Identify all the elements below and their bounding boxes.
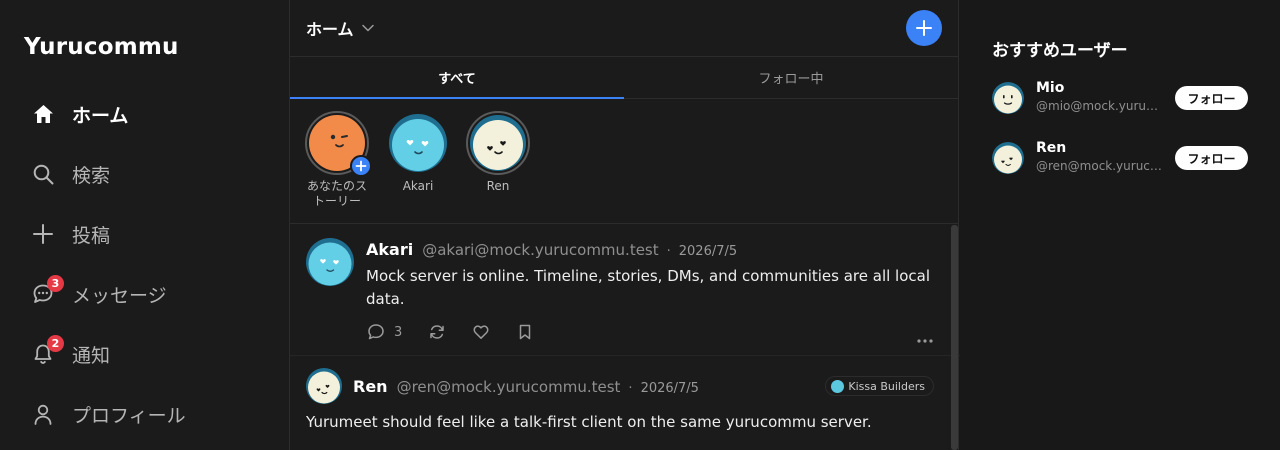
nav-item-search[interactable]: 検索 [0, 144, 289, 204]
stories-bar: あなたのス トーリー Akari Ren [290, 99, 958, 224]
repost-icon [430, 325, 445, 339]
tab-following[interactable]: フォロー中 [624, 57, 958, 98]
post-header: Ren @ren@mock.yurucommu.test · 2026/7/5 [353, 377, 699, 396]
cream-heart-avatar [470, 115, 526, 171]
left-sidebar: Yurucommu ホーム 検索 投稿 3 メッセージ 2 通知 プロフィール [0, 0, 289, 450]
recommended-user[interactable]: Ren @ren@mock.yurucommu.test フォロー [992, 138, 1248, 178]
recommended-user-name: Mio [1036, 80, 1065, 96]
main-nav: ホーム 検索 投稿 3 メッセージ 2 通知 プロフィール [0, 84, 289, 444]
community-icon [831, 379, 845, 393]
recommended-user-name: Ren [1036, 140, 1067, 156]
timeline-tabs: すべて フォロー中 [290, 57, 958, 99]
reply-count: 3 [394, 324, 403, 340]
community-name: Kissa Builders [848, 379, 925, 393]
story-name: Ren [486, 179, 510, 193]
story-name: Akari [402, 179, 434, 193]
nav-label-home: ホーム [72, 104, 129, 127]
compose-button[interactable] [906, 10, 942, 46]
story-ren[interactable]: Ren [458, 111, 538, 194]
follow-button[interactable]: フォロー [1175, 86, 1248, 110]
reply-icon [368, 324, 384, 340]
post-more-button[interactable] [916, 329, 934, 348]
heart-icon [473, 325, 489, 339]
post-item[interactable]: Akari @akari@mock.yurucommu.test · 2026/… [290, 226, 960, 354]
notifications-badge: 2 [47, 335, 64, 352]
post-date[interactable]: 2026/7/5 [679, 244, 737, 259]
bell-icon: 2 [32, 335, 64, 365]
nav-label-search: 検索 [72, 164, 111, 187]
avatar [466, 111, 530, 175]
story-own[interactable]: あなたのス トーリー [297, 111, 377, 209]
messages-badge: 3 [47, 275, 64, 292]
app-logo[interactable]: Yurucommu [24, 34, 179, 60]
separator-dot: · [628, 381, 633, 396]
post-text: Mock server is online. Timeline, stories… [366, 265, 946, 311]
post-date[interactable]: 2026/7/5 [641, 381, 699, 396]
community-badge[interactable]: Kissa Builders [825, 376, 934, 396]
follow-button[interactable]: フォロー [1175, 146, 1248, 170]
tab-all[interactable]: すべて [290, 57, 624, 99]
post-actions: 3 [367, 323, 560, 341]
recommended-user-handle: @ren@mock.yurucommu.test [1036, 159, 1164, 173]
cream-heart-avatar [306, 368, 342, 404]
post-item[interactable]: Ren @ren@mock.yurucommu.test · 2026/7/5 … [290, 355, 960, 450]
bookmark-button[interactable] [516, 323, 534, 341]
post-author-name[interactable]: Akari [366, 240, 413, 259]
avatar[interactable] [306, 368, 342, 408]
recommended-user[interactable]: Mio @mio@mock.yurucommu.test フォロー [992, 78, 1248, 118]
add-story-button[interactable] [350, 155, 372, 177]
nav-label-profile: プロフィール [72, 404, 186, 427]
story-name: あなたのス トーリー [297, 179, 377, 209]
home-icon [32, 103, 54, 125]
story-name-line: あなたのス [306, 179, 367, 193]
main-header: ホーム [290, 0, 958, 57]
feed-selector-label[interactable]: ホーム [306, 16, 354, 40]
nav-label-messages: メッセージ [72, 284, 167, 307]
nav-label-notifications: 通知 [72, 344, 111, 367]
story-akari[interactable]: Akari [378, 111, 458, 194]
blue-heart-eyes-avatar [389, 114, 447, 172]
plus-icon [32, 223, 54, 245]
post-author-handle[interactable]: @akari@mock.yurucommu.test [422, 241, 658, 259]
cream-heart-avatar [992, 142, 1024, 174]
reply-button[interactable]: 3 [367, 323, 402, 341]
like-button[interactable] [472, 323, 490, 341]
nav-item-home[interactable]: ホーム [0, 84, 289, 144]
post-text: Yurumeet should feel like a talk-first c… [306, 413, 872, 431]
blue-heart-eyes-avatar [306, 238, 354, 286]
post-header: Akari @akari@mock.yurucommu.test · 2026/… [366, 240, 737, 259]
separator-dot: · [666, 244, 671, 259]
plus-icon [916, 20, 932, 36]
recommended-user-handle: @mio@mock.yurucommu.test [1036, 99, 1164, 113]
avatar[interactable] [992, 142, 1024, 174]
story-name-line: トーリー [312, 194, 361, 208]
avatar[interactable] [992, 82, 1024, 114]
avatar [305, 111, 372, 177]
nav-label-post: 投稿 [72, 224, 111, 247]
avatar [386, 111, 450, 175]
nav-item-notifications[interactable]: 2 通知 [0, 324, 289, 384]
user-icon [32, 403, 54, 425]
main-column: ホーム すべて フォロー中 あなたのス トーリー Akari Ren Akari… [289, 0, 960, 450]
chat-icon: 3 [32, 275, 64, 305]
chevron-down-icon[interactable] [361, 24, 374, 32]
bookmark-icon [520, 324, 531, 340]
nav-item-profile[interactable]: プロフィール [0, 384, 289, 444]
avatar[interactable] [306, 238, 354, 290]
post-text-line: data. [366, 290, 405, 308]
right-panel: おすすめユーザー Mio @mio@mock.yurucommu.test フォ… [960, 0, 1280, 450]
repost-button[interactable] [428, 323, 446, 341]
post-text-line: Mock server is online. Timeline, stories… [366, 267, 931, 285]
recommended-title: おすすめユーザー [992, 41, 1128, 61]
search-icon [32, 163, 54, 185]
nav-item-post[interactable]: 投稿 [0, 204, 289, 264]
nav-item-messages[interactable]: 3 メッセージ [0, 264, 289, 324]
cream-smile-avatar [992, 82, 1024, 114]
scrollbar[interactable] [951, 225, 958, 450]
post-author-name[interactable]: Ren [353, 377, 388, 396]
more-horizontal-icon [917, 339, 933, 343]
post-author-handle[interactable]: @ren@mock.yurucommu.test [397, 378, 621, 396]
